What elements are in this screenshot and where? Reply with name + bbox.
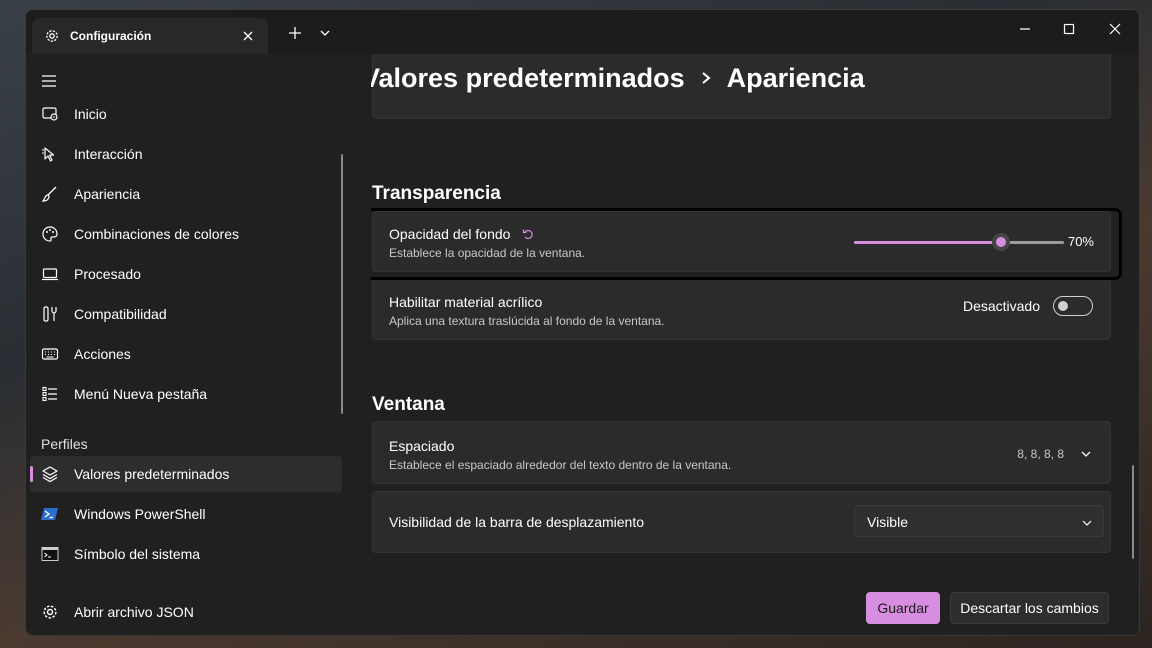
monitor-icon	[40, 264, 60, 284]
sidebar-item-acciones[interactable]: Acciones	[30, 336, 342, 372]
scrollbar-visibility-select[interactable]: Visible	[854, 505, 1104, 537]
sidebar: Inicio Interacción Apariencia Combinacio…	[26, 54, 344, 635]
sidebar-item-label: Menú Nueva pestaña	[74, 386, 208, 402]
opacity-slider-thumb[interactable]	[992, 233, 1010, 251]
open-json-button[interactable]: Abrir archivo JSON	[30, 594, 342, 630]
sidebar-item-combinaciones[interactable]: Combinaciones de colores	[30, 216, 342, 252]
sidebar-item-label: Procesado	[74, 266, 141, 282]
brush-icon	[40, 184, 60, 204]
chevron-down-icon	[1081, 516, 1093, 528]
acrylic-toggle[interactable]	[1053, 296, 1093, 316]
cmd-icon	[40, 544, 60, 564]
window-header: Ventana	[372, 394, 445, 415]
layers-icon	[40, 464, 60, 484]
sidebar-item-label: Acciones	[74, 346, 131, 362]
sidebar-item-menu-nueva-pestana[interactable]: Menú Nueva pestaña	[30, 376, 342, 412]
sidebar-item-interaccion[interactable]: Interacción	[30, 136, 342, 172]
opacity-slider[interactable]	[854, 233, 1064, 251]
chevron-down-icon[interactable]	[312, 22, 338, 44]
opacity-setting: Opacidad del fondo Establece la opacidad…	[372, 211, 1111, 272]
sidebar-item-label: Inicio	[74, 106, 107, 122]
gear-icon	[42, 26, 62, 46]
sidebar-item-label: Combinaciones de colores	[74, 226, 239, 242]
breadcrumb-parent[interactable]: Valores predeterminados	[371, 63, 685, 94]
list-icon	[40, 384, 60, 404]
sidebar-item-label: Símbolo del sistema	[74, 546, 201, 562]
opacity-title-text: Opacidad del fondo	[389, 226, 511, 242]
padding-setting[interactable]: Espaciado Establece el espaciado alreded…	[372, 421, 1111, 484]
sidebar-item-inicio[interactable]: Inicio	[30, 96, 342, 132]
acrylic-title: Habilitar material acrílico	[389, 294, 543, 310]
sidebar-item-compatibilidad[interactable]: Compatibilidad	[30, 296, 342, 332]
new-tab-button[interactable]	[282, 22, 308, 44]
sidebar-item-label: Windows PowerShell	[74, 506, 206, 522]
title-bar: Configuración	[26, 10, 1139, 54]
keyboard-icon	[40, 344, 60, 364]
sidebar-item-apariencia[interactable]: Apariencia	[30, 176, 342, 212]
main-content: Valores predeterminados Apariencia Trans…	[371, 54, 1139, 635]
opacity-value: 70%	[1067, 234, 1094, 249]
tab-configuracion[interactable]: Configuración	[32, 18, 268, 54]
opacity-description: Establece la opacidad de la ventana.	[389, 246, 586, 260]
sidebar-item-valores-predeterminados[interactable]: Valores predeterminados	[30, 456, 342, 492]
hamburger-menu-icon[interactable]	[40, 72, 60, 92]
acrylic-setting: Habilitar material acrílico Aplica una t…	[372, 277, 1111, 340]
sidebar-item-procesado[interactable]: Procesado	[30, 256, 342, 292]
breadcrumb: Valores predeterminados Apariencia	[371, 58, 865, 98]
breadcrumb-current: Apariencia	[726, 62, 865, 93]
opacity-title: Opacidad del fondo	[389, 226, 534, 243]
acrylic-description: Aplica una textura traslúcida al fondo d…	[389, 314, 665, 328]
close-window-button[interactable]	[1092, 14, 1138, 44]
settings-window: Configuración Inicio Interacción Aparien…	[25, 9, 1140, 636]
scrollbar-visibility-value: Visible	[867, 514, 908, 530]
wrench-icon	[40, 304, 60, 324]
chevron-down-icon[interactable]	[1080, 447, 1092, 459]
toggle-knob	[1058, 301, 1068, 311]
padding-title: Espaciado	[389, 438, 455, 454]
scrollbar-visibility-setting: Visibilidad de la barra de desplazamient…	[372, 491, 1111, 553]
save-button[interactable]: Guardar	[866, 592, 940, 624]
tab-title: Configuración	[70, 29, 152, 43]
palette-icon	[40, 224, 60, 244]
sidebar-item-label: Valores predeterminados	[74, 466, 230, 482]
discard-changes-button[interactable]: Descartar los cambios	[950, 592, 1109, 624]
acrylic-state-label: Desactivado	[962, 298, 1040, 314]
minimize-button[interactable]	[1002, 14, 1048, 44]
open-json-label: Abrir archivo JSON	[74, 604, 194, 620]
home-icon	[40, 104, 60, 124]
sidebar-item-windows-powershell[interactable]: Windows PowerShell	[30, 496, 342, 532]
sidebar-scrollbar[interactable]	[341, 154, 343, 414]
close-tab-icon[interactable]	[238, 26, 258, 46]
profiles-header: Perfiles	[41, 436, 88, 452]
sidebar-item-simbolo-del-sistema[interactable]: Símbolo del sistema	[30, 536, 342, 572]
sidebar-item-label: Apariencia	[74, 186, 141, 202]
maximize-button[interactable]	[1046, 14, 1092, 44]
main-scrollbar[interactable]	[1132, 465, 1134, 559]
cursor-icon	[40, 144, 60, 164]
gear-icon	[40, 602, 60, 622]
powershell-icon	[40, 504, 60, 524]
reset-icon[interactable]	[522, 227, 534, 243]
chevron-right-icon	[685, 70, 727, 86]
sidebar-item-label: Interacción	[74, 146, 143, 162]
scrollbar-visibility-title: Visibilidad de la barra de desplazamient…	[389, 514, 645, 530]
opacity-slider-fill	[854, 241, 1001, 244]
footer-bar: Guardar Descartar los cambios	[344, 579, 1139, 635]
sidebar-item-label: Compatibilidad	[74, 306, 167, 322]
transparency-header: Transparencia	[372, 183, 501, 204]
padding-description: Establece el espaciado alrededor del tex…	[389, 458, 732, 472]
padding-value: 8, 8, 8, 8	[1017, 447, 1064, 461]
